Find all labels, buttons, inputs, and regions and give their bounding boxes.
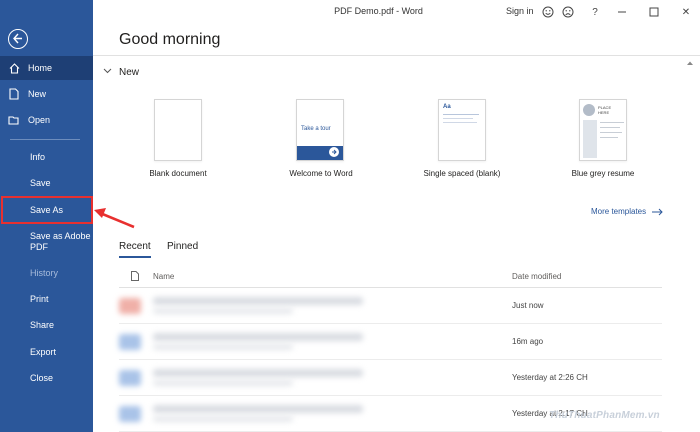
arrow-right-icon — [329, 147, 339, 157]
sidebar-item-export[interactable]: Export — [0, 340, 93, 364]
home-icon — [0, 62, 28, 74]
file-name-redacted — [153, 369, 363, 377]
close-icon[interactable]: ✕ — [678, 4, 694, 20]
sidebar-item-label: Print — [30, 294, 49, 304]
sidebar-item-save[interactable]: Save — [0, 171, 93, 195]
back-arrow-icon[interactable] — [8, 29, 28, 49]
sidebar-item-label: Save — [30, 178, 51, 188]
date-modified: Yesterday at 2:26 CH — [512, 373, 588, 382]
sidebar-divider — [10, 139, 80, 140]
save-as-highlight-box — [1, 196, 93, 224]
thumbnail-text: Aa — [443, 104, 451, 110]
chevron-down-icon[interactable] — [103, 68, 112, 74]
file-path-redacted — [153, 344, 293, 350]
sidebar-item-label: Open — [28, 115, 51, 125]
file-path-redacted — [153, 308, 293, 314]
thumbnail-text: PLACE HERE — [598, 105, 612, 115]
sidebar-item-history: History — [0, 261, 93, 285]
file-path-redacted — [153, 380, 293, 386]
template-thumbnail: Aa — [438, 99, 486, 161]
table-row[interactable]: Yesterday at 2:26 CH — [119, 360, 662, 396]
greeting-heading: Good morning — [119, 31, 221, 48]
file-type-icon — [131, 271, 139, 281]
file-icon — [119, 298, 141, 314]
new-section-heading: New — [119, 67, 140, 78]
sidebar-item-new[interactable]: New — [0, 82, 93, 106]
active-tab-indicator — [119, 256, 151, 258]
file-path-redacted — [153, 416, 293, 422]
pointer-arrow-icon — [94, 208, 135, 229]
date-modified: Just now — [512, 301, 544, 310]
template-thumbnail: Take a tour — [296, 99, 344, 161]
template-thumbnail: PLACE HERE — [579, 99, 627, 161]
file-icon — [119, 370, 141, 386]
template-label: Blue grey resume — [571, 169, 635, 178]
date-modified: 16m ago — [512, 337, 544, 346]
table-row[interactable]: Just now — [119, 288, 662, 324]
sidebar-item-save-as-adobe-pdf[interactable]: Save as Adobe PDF — [0, 229, 93, 257]
sidebar-item-label: New — [28, 89, 47, 99]
more-templates-label: More templates — [591, 207, 647, 216]
sidebar-item-label: Export — [30, 347, 57, 357]
sidebar-item-info[interactable]: Info — [0, 145, 93, 169]
column-header-name[interactable]: Name — [153, 272, 174, 281]
minimize-icon[interactable] — [614, 4, 630, 20]
template-label: Welcome to Word — [289, 169, 353, 178]
column-header-date-modified[interactable]: Date modified — [512, 272, 561, 281]
sidebar-item-home[interactable]: Home — [0, 56, 93, 80]
sidebar-item-label: History — [30, 268, 59, 278]
open-folder-icon — [0, 115, 28, 125]
sidebar-item-label: Share — [30, 320, 55, 330]
table-row[interactable]: 16m ago — [119, 324, 662, 360]
tab-recent[interactable]: Recent — [119, 241, 151, 252]
help-icon[interactable]: ? — [587, 4, 603, 20]
arrow-right-icon — [652, 208, 663, 215]
new-document-icon — [0, 88, 28, 100]
sidebar-item-label: Save as Adobe PDF — [30, 231, 91, 252]
tab-pinned[interactable]: Pinned — [167, 241, 198, 252]
file-icon — [119, 406, 141, 422]
sidebar-item-open[interactable]: Open — [0, 108, 93, 132]
watermark: ThuThuatPhanMem.vn — [549, 410, 660, 421]
scroll-up-icon[interactable] — [686, 60, 694, 66]
more-templates-link[interactable]: More templates — [591, 207, 663, 216]
sidebar-item-label: Close — [30, 373, 54, 383]
file-name-redacted — [153, 333, 363, 341]
file-icon — [119, 334, 141, 350]
sign-in-link[interactable]: Sign in — [506, 6, 534, 16]
file-name-redacted — [153, 405, 363, 413]
file-name-redacted — [153, 297, 363, 305]
window-title: PDF Demo.pdf - Word — [334, 6, 423, 16]
template-label: Blank document — [149, 169, 207, 178]
template-label: Single spaced (blank) — [423, 169, 501, 178]
sidebar-item-share[interactable]: Share — [0, 313, 93, 337]
avatar — [583, 104, 595, 116]
sidebar-item-label: Info — [30, 152, 46, 162]
thumbnail-text: Take a tour — [301, 126, 331, 132]
sidebar-item-label: Home — [28, 63, 53, 73]
header-divider — [93, 55, 700, 56]
maximize-icon[interactable] — [646, 4, 662, 20]
sidebar-item-close[interactable]: Close — [0, 366, 93, 390]
title-bar: PDF Demo.pdf - Word Sign in ? ✕ — [93, 0, 700, 24]
sidebar-item-print[interactable]: Print — [0, 287, 93, 311]
frown-icon[interactable] — [560, 4, 576, 20]
template-thumbnail — [154, 99, 202, 161]
smile-icon[interactable] — [540, 4, 556, 20]
